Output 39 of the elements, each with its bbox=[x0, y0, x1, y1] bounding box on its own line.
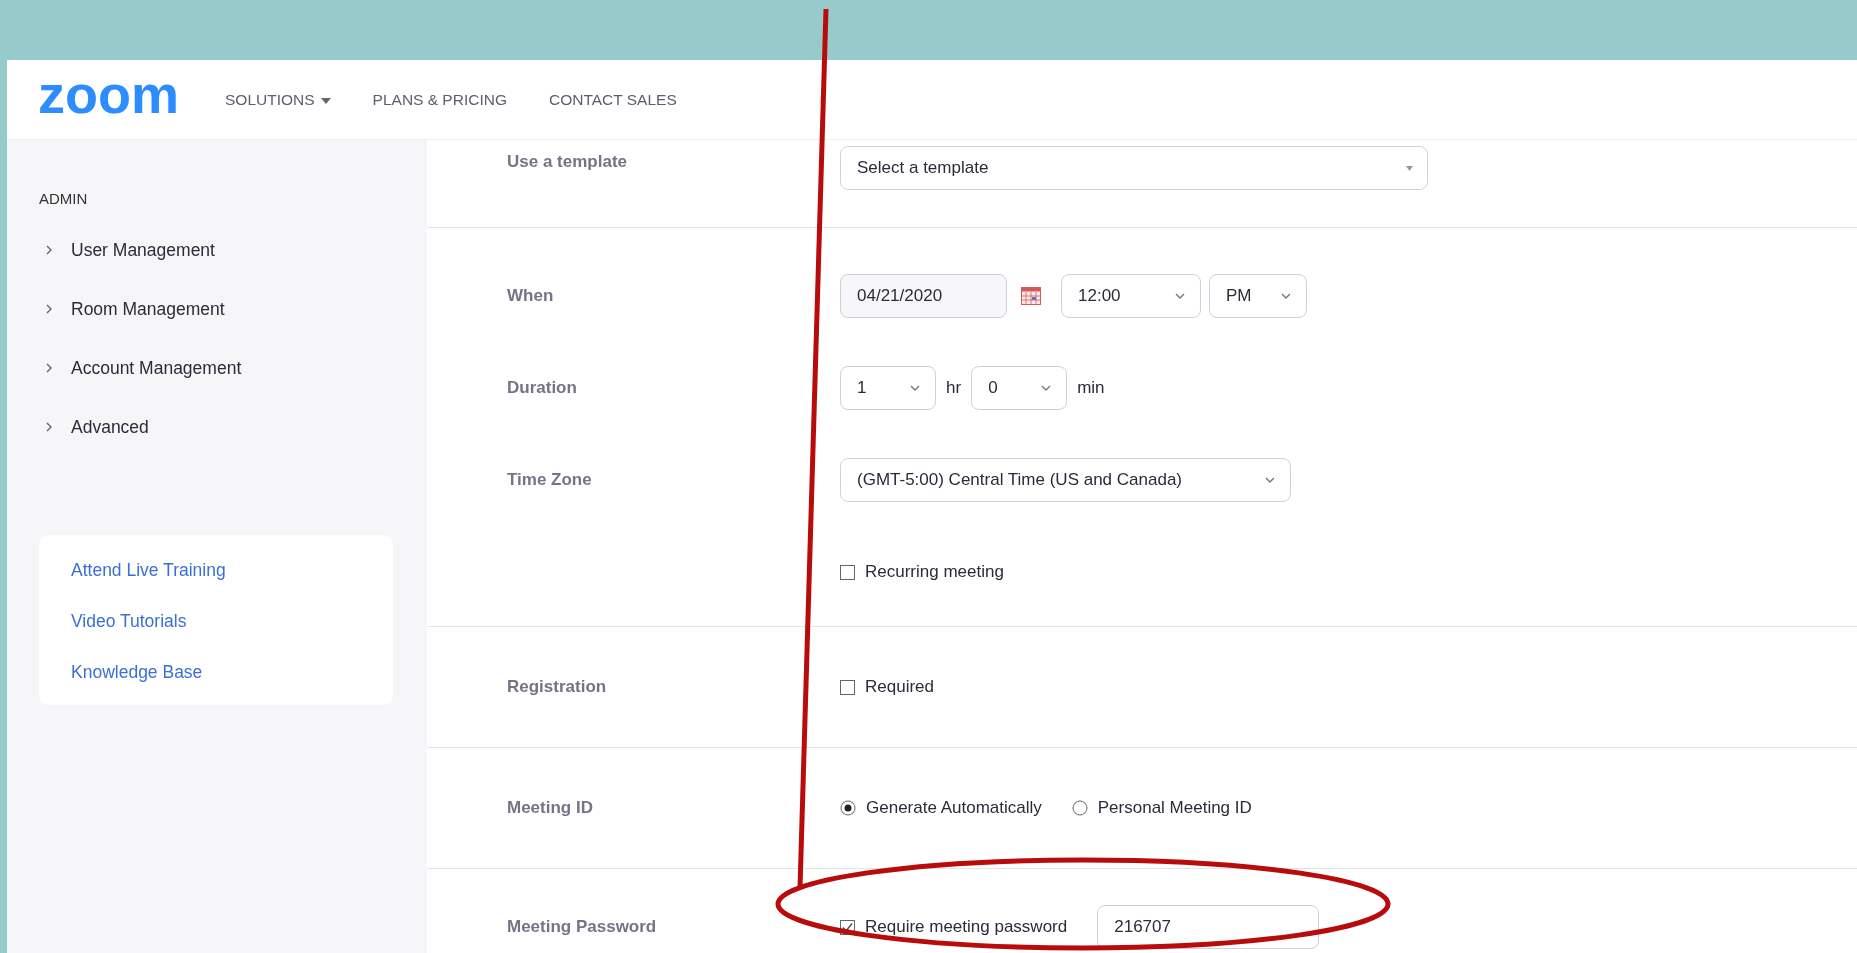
field-label: Meeting ID bbox=[507, 798, 593, 817]
field-label: Time Zone bbox=[507, 470, 592, 489]
unit-label: hr bbox=[945, 378, 963, 398]
field-label: Meeting Password bbox=[507, 917, 657, 936]
chevron-down-icon bbox=[1280, 292, 1292, 300]
sidebar-item[interactable]: Room Management bbox=[39, 294, 393, 324]
template-dropdown[interactable]: Select a template bbox=[840, 146, 1428, 190]
caret-down-icon bbox=[1406, 165, 1413, 171]
chevron-down-icon bbox=[1264, 476, 1276, 484]
date-field[interactable]: 04/21/2020 bbox=[840, 274, 1007, 318]
help-link[interactable]: Knowledge Base bbox=[71, 661, 203, 683]
checkbox[interactable]: Require meeting password bbox=[840, 917, 1068, 937]
select-field[interactable]: (GMT-5:00) Central Time (US and Canada) bbox=[840, 458, 1291, 502]
nav-link[interactable]: PLANS & PRICING bbox=[372, 90, 507, 109]
sidebar-item[interactable]: Advanced bbox=[39, 412, 393, 442]
section-heading: ADMIN bbox=[39, 190, 89, 207]
help-link[interactable]: Attend Live Training bbox=[71, 559, 226, 581]
unit-label: min bbox=[1076, 378, 1106, 398]
field-label: Registration bbox=[507, 677, 607, 696]
checkbox[interactable]: Required bbox=[840, 677, 934, 697]
select-field[interactable]: 1 bbox=[840, 366, 936, 410]
sidebar-item[interactable]: User Management bbox=[39, 235, 393, 265]
nav-link[interactable]: SOLUTIONS bbox=[225, 90, 331, 109]
sidebar-item[interactable]: Account Management bbox=[39, 353, 393, 383]
checkbox[interactable]: Recurring meeting bbox=[840, 562, 1004, 582]
chevron-down-icon bbox=[1040, 384, 1053, 392]
radio-option[interactable]: Personal Meeting ID bbox=[1071, 798, 1252, 818]
nav-link[interactable]: CONTACT SALES bbox=[548, 90, 677, 109]
field-label: Duration bbox=[507, 378, 577, 397]
help-link[interactable]: Video Tutorials bbox=[71, 610, 187, 632]
field-label: Use a template bbox=[507, 152, 627, 171]
calendar-icon bbox=[1021, 287, 1041, 305]
field-label: When bbox=[507, 286, 554, 305]
chevron-down-icon bbox=[909, 384, 921, 392]
select-field[interactable]: 0 bbox=[971, 366, 1068, 410]
chevron-down-icon bbox=[1174, 292, 1186, 300]
select-field[interactable]: PM bbox=[1209, 274, 1307, 318]
select-field[interactable]: 12:00 bbox=[1061, 274, 1201, 318]
radio-option[interactable]: Generate Automatically bbox=[840, 798, 1042, 818]
